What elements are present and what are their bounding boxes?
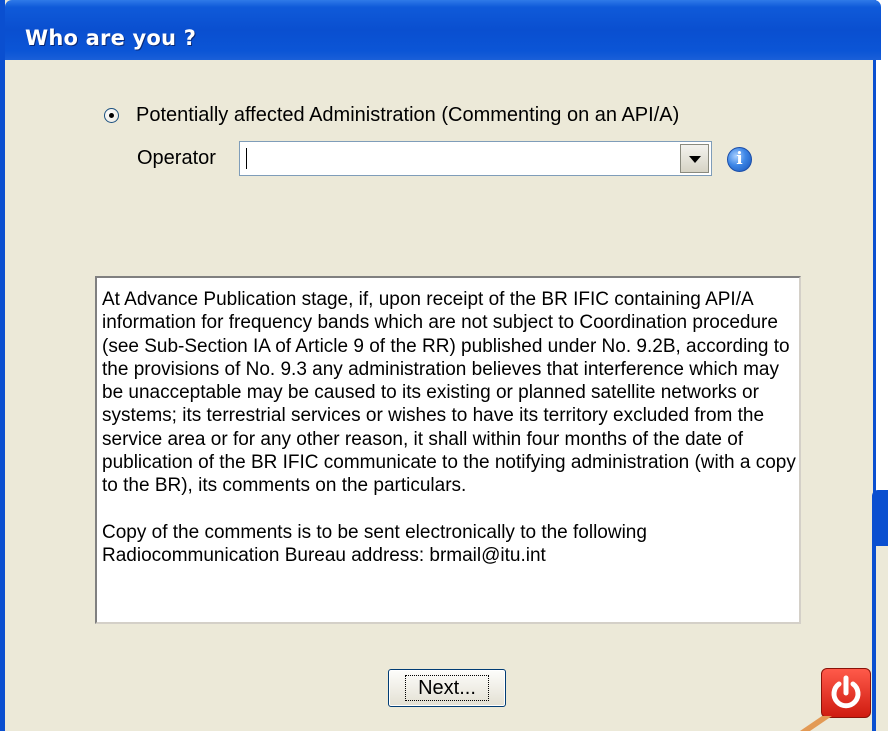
text-caret: [246, 148, 247, 169]
callout-pointer: [800, 716, 832, 731]
info-paragraph-1: At Advance Publication stage, if, upon r…: [102, 289, 796, 497]
administration-radio-label[interactable]: Potentially affected Administration (Com…: [136, 104, 679, 127]
operator-combobox[interactable]: [239, 141, 712, 176]
info-icon[interactable]: i: [727, 147, 752, 172]
power-symbol: [831, 675, 861, 709]
background-window-edge[interactable]: [872, 490, 888, 731]
radio-selected-dot: [109, 113, 114, 118]
operator-label: Operator: [137, 147, 216, 169]
dialog-titlebar[interactable]: Who are you ?: [5, 0, 881, 60]
dialog-title: Who are you ?: [25, 26, 197, 50]
power-icon[interactable]: [821, 668, 871, 718]
info-textbox: At Advance Publication stage, if, upon r…: [95, 276, 801, 624]
chevron-down-icon: [689, 156, 701, 163]
next-button[interactable]: Next...: [388, 669, 506, 707]
administration-radio[interactable]: [104, 108, 119, 123]
operator-dropdown-button[interactable]: [680, 144, 709, 173]
next-button-label: Next...: [405, 675, 489, 701]
info-paragraph-2: Copy of the comments is to be sent elect…: [102, 521, 647, 566]
background-window-body: [876, 546, 888, 731]
